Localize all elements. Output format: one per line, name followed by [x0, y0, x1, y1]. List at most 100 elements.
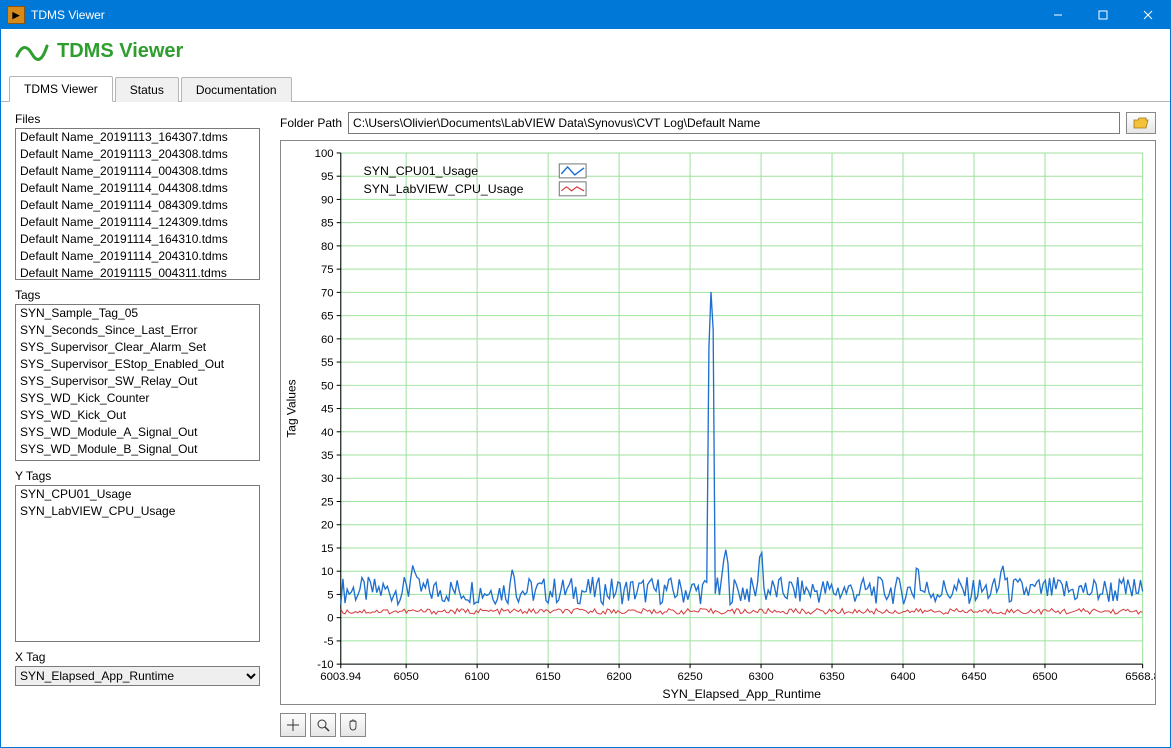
app-logo: TDMS Viewer	[15, 36, 183, 66]
svg-text:75: 75	[321, 264, 334, 276]
tabstrip: TDMS Viewer Status Documentation	[1, 73, 1170, 102]
folder-path-row: Folder Path	[280, 112, 1156, 134]
main-body: Files Default Name_20191113_164307.tdmsD…	[1, 102, 1170, 747]
hand-icon	[346, 718, 360, 732]
list-item[interactable]: Default Name_20191114_164310.tdms	[16, 231, 259, 248]
tags-listbox[interactable]: SYN_Sample_Tag_05SYN_Seconds_Since_Last_…	[15, 304, 260, 461]
xtag-select[interactable]: SYN_Elapsed_App_Runtime	[15, 666, 260, 686]
svg-text:90: 90	[321, 195, 334, 207]
list-item[interactable]: SYS_Supervisor_Clear_Alarm_Set	[16, 339, 259, 356]
list-item[interactable]: SYN_Sample_Tag_05	[16, 305, 259, 322]
files-group: Files Default Name_20191113_164307.tdmsD…	[15, 112, 260, 280]
folder-path-label: Folder Path	[280, 116, 342, 130]
maximize-button[interactable]	[1080, 1, 1125, 29]
list-item[interactable]: Default Name_20191114_084309.tdms	[16, 197, 259, 214]
svg-text:SYN_Elapsed_App_Runtime: SYN_Elapsed_App_Runtime	[662, 687, 821, 701]
svg-text:85: 85	[321, 218, 334, 230]
tags-label: Tags	[15, 288, 260, 302]
tab-status[interactable]: Status	[115, 77, 179, 102]
tab-documentation[interactable]: Documentation	[181, 77, 292, 102]
chart[interactable]: -10-505101520253035404550556065707580859…	[281, 141, 1155, 704]
svg-text:25: 25	[321, 497, 334, 509]
svg-text:0: 0	[327, 613, 333, 625]
right-column: Folder Path -10 -5 0 5 10 15 20 25 30 35 40 45 50 55 6…	[280, 112, 1156, 737]
ytags-listbox[interactable]: SYN_CPU01_UsageSYN_LabVIEW_CPU_Usage	[15, 485, 260, 642]
svg-text:5: 5	[327, 590, 333, 602]
svg-text:80: 80	[321, 241, 334, 253]
pan-tool-button[interactable]	[340, 713, 366, 737]
svg-text:6400: 6400	[890, 671, 915, 683]
svg-text:-10: -10	[317, 659, 333, 671]
list-item[interactable]: Default Name_20191114_124309.tdms	[16, 214, 259, 231]
list-item[interactable]: SYS_WD_Module_B_Signal_Out	[16, 441, 259, 458]
minimize-button[interactable]	[1035, 1, 1080, 29]
minimize-icon	[1053, 10, 1063, 20]
tags-group: Tags SYN_Sample_Tag_05SYN_Seconds_Since_…	[15, 288, 260, 461]
svg-text:10: 10	[321, 566, 334, 578]
browse-button[interactable]	[1126, 112, 1156, 134]
svg-text:15: 15	[321, 543, 334, 555]
svg-text:6350: 6350	[819, 671, 844, 683]
svg-text:20: 20	[321, 520, 334, 532]
svg-text:6500: 6500	[1032, 671, 1057, 683]
files-listbox[interactable]: Default Name_20191113_164307.tdmsDefault…	[15, 128, 260, 280]
app-name: TDMS Viewer	[57, 40, 183, 63]
svg-text:45: 45	[321, 404, 334, 416]
list-item[interactable]: SYN_CPU01_Usage	[16, 486, 259, 503]
list-item[interactable]: Default Name_20191115_004311.tdms	[16, 265, 259, 280]
list-item[interactable]: Default Name_20191113_164307.tdms	[16, 129, 259, 146]
list-item[interactable]: Default Name_20191114_044308.tdms	[16, 180, 259, 197]
maximize-icon	[1098, 10, 1108, 20]
chart-toolbar	[280, 711, 1156, 737]
list-item[interactable]: SYS_Supervisor_EStop_Enabled_Out	[16, 356, 259, 373]
close-icon	[1143, 10, 1153, 20]
ytags-label: Y Tags	[15, 469, 260, 483]
list-item[interactable]: SYN_LabVIEW_CPU_Usage	[16, 503, 259, 520]
svg-text:6003.94: 6003.94	[320, 671, 361, 683]
svg-text:SYN_LabVIEW_CPU_Usage: SYN_LabVIEW_CPU_Usage	[363, 182, 523, 196]
svg-text:55: 55	[321, 357, 334, 369]
svg-text:30: 30	[321, 473, 334, 485]
list-item[interactable]: Default Name_20191113_204308.tdms	[16, 146, 259, 163]
folder-open-icon	[1133, 117, 1149, 129]
svg-text:6300: 6300	[748, 671, 773, 683]
svg-text:95: 95	[321, 171, 334, 183]
list-item[interactable]: Default Name_20191114_004308.tdms	[16, 163, 259, 180]
tab-tdms-viewer[interactable]: TDMS Viewer	[9, 76, 113, 102]
svg-text:6100: 6100	[465, 671, 490, 683]
svg-text:Tag Values: Tag Values	[284, 379, 298, 437]
svg-text:6200: 6200	[606, 671, 631, 683]
svg-text:100: 100	[315, 148, 334, 160]
close-button[interactable]	[1125, 1, 1170, 29]
list-item[interactable]: SYN_Seconds_Since_Last_Error	[16, 322, 259, 339]
svg-text:-5: -5	[323, 636, 333, 648]
app-icon: ▶	[7, 6, 25, 24]
svg-text:35: 35	[321, 450, 334, 462]
svg-text:65: 65	[321, 311, 334, 323]
app-window: ▶ TDMS Viewer TDMS Viewer TDMS Viewer St…	[0, 0, 1171, 748]
svg-text:40: 40	[321, 427, 334, 439]
svg-text:6250: 6250	[677, 671, 702, 683]
svg-text:SYN_CPU01_Usage: SYN_CPU01_Usage	[363, 164, 478, 178]
list-item[interactable]: SYS_WD_Kick_Counter	[16, 390, 259, 407]
list-item[interactable]: SYS_Supervisor_SW_Relay_Out	[16, 373, 259, 390]
titlebar: ▶ TDMS Viewer	[1, 1, 1170, 29]
svg-text:50: 50	[321, 380, 334, 392]
ytags-group: Y Tags SYN_CPU01_UsageSYN_LabVIEW_CPU_Us…	[15, 469, 260, 642]
xtag-group: X Tag SYN_Elapsed_App_Runtime	[15, 650, 260, 686]
svg-text:60: 60	[321, 334, 334, 346]
wave-icon	[15, 36, 49, 66]
list-item[interactable]: SYS_WD_Kick_Out	[16, 407, 259, 424]
crosshair-icon	[286, 718, 300, 732]
window-title: TDMS Viewer	[31, 8, 1035, 22]
chart-container: -10-505101520253035404550556065707580859…	[280, 140, 1156, 705]
list-item[interactable]: SYS_WD_Module_A_Signal_Out	[16, 424, 259, 441]
crosshair-tool-button[interactable]	[280, 713, 306, 737]
zoom-icon	[316, 718, 330, 732]
list-item[interactable]: SYS_WD_Reset_Out	[16, 458, 259, 461]
folder-path-input[interactable]	[348, 112, 1120, 134]
list-item[interactable]: Default Name_20191114_204310.tdms	[16, 248, 259, 265]
left-column: Files Default Name_20191113_164307.tdmsD…	[15, 112, 260, 737]
svg-text:6150: 6150	[536, 671, 561, 683]
zoom-tool-button[interactable]	[310, 713, 336, 737]
